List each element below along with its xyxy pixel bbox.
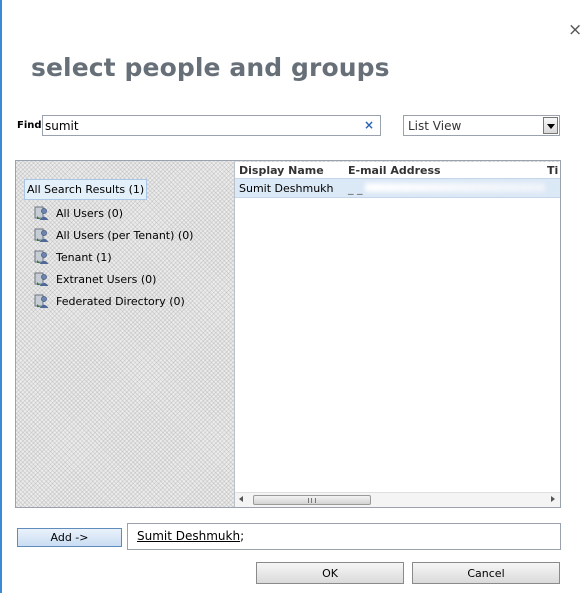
- table-row[interactable]: Sumit Deshmukh _ _: [235, 178, 560, 198]
- row-email: _ _: [348, 182, 363, 195]
- user-directory-icon: [34, 293, 50, 309]
- close-icon[interactable]: ×: [568, 22, 582, 39]
- list-header: Display Name E-mail Address Ti: [235, 162, 560, 178]
- row-display-name: Sumit Deshmukh: [239, 182, 334, 195]
- tree-item-label: Extranet Users (0): [56, 272, 157, 286]
- user-directory-icon: [34, 271, 50, 287]
- ok-button[interactable]: OK: [256, 562, 404, 584]
- results-list: Display Name E-mail Address Ti Sumit Des…: [234, 162, 560, 507]
- dropdown-arrow-button[interactable]: [543, 117, 558, 134]
- tree-item-label: Federated Directory (0): [56, 294, 185, 308]
- column-header-email[interactable]: E-mail Address: [348, 164, 441, 177]
- tree-item-tenant[interactable]: Tenant (1): [34, 248, 112, 266]
- add-button[interactable]: Add ->: [17, 528, 122, 547]
- window-edge: [0, 0, 2, 593]
- tree-item-label: Tenant (1): [56, 250, 112, 264]
- horizontal-scrollbar[interactable]: [235, 492, 560, 507]
- user-directory-icon: [34, 249, 50, 265]
- tree-item-extranet-users[interactable]: Extranet Users (0): [34, 270, 156, 288]
- results-frame: All Search Results (1) All Users (0) All…: [15, 160, 561, 508]
- email-redaction: [365, 183, 545, 192]
- clear-search-icon[interactable]: ×: [364, 118, 374, 132]
- grip-icon: [308, 498, 316, 503]
- tree-item-all-users[interactable]: All Users (0): [34, 204, 123, 222]
- tree-root-all-results[interactable]: All Search Results (1): [24, 179, 148, 200]
- chevron-down-icon: [547, 124, 555, 129]
- view-select[interactable]: List View: [403, 115, 560, 136]
- find-field[interactable]: ×: [42, 115, 381, 136]
- user-directory-icon: [34, 227, 50, 243]
- selected-user-link[interactable]: Sumit Deshmukh: [137, 529, 240, 543]
- scroll-left-icon[interactable]: [239, 496, 243, 502]
- column-header-title[interactable]: Ti: [547, 164, 558, 177]
- tree-item-federated-directory[interactable]: Federated Directory (0): [34, 292, 185, 310]
- scroll-right-icon[interactable]: [551, 496, 555, 502]
- column-header-display-name[interactable]: Display Name: [239, 164, 324, 177]
- dialog-title: select people and groups: [31, 53, 390, 82]
- find-input[interactable]: [45, 117, 355, 134]
- find-label: Find: [17, 120, 42, 131]
- selected-users-field[interactable]: Sumit Deshmukh;: [127, 523, 561, 550]
- selected-separator: ;: [240, 529, 245, 543]
- scrollbar-thumb[interactable]: [253, 495, 371, 505]
- selected-entry: Sumit Deshmukh;: [137, 529, 244, 543]
- user-directory-icon: [34, 205, 50, 221]
- cancel-button[interactable]: Cancel: [412, 562, 560, 584]
- view-select-value: List View: [408, 119, 462, 133]
- tree-item-label: All Users (0): [56, 206, 124, 220]
- tree-item-label: All Users (per Tenant) (0): [56, 228, 194, 242]
- tree-item-all-users-per-tenant[interactable]: All Users (per Tenant) (0): [34, 226, 193, 244]
